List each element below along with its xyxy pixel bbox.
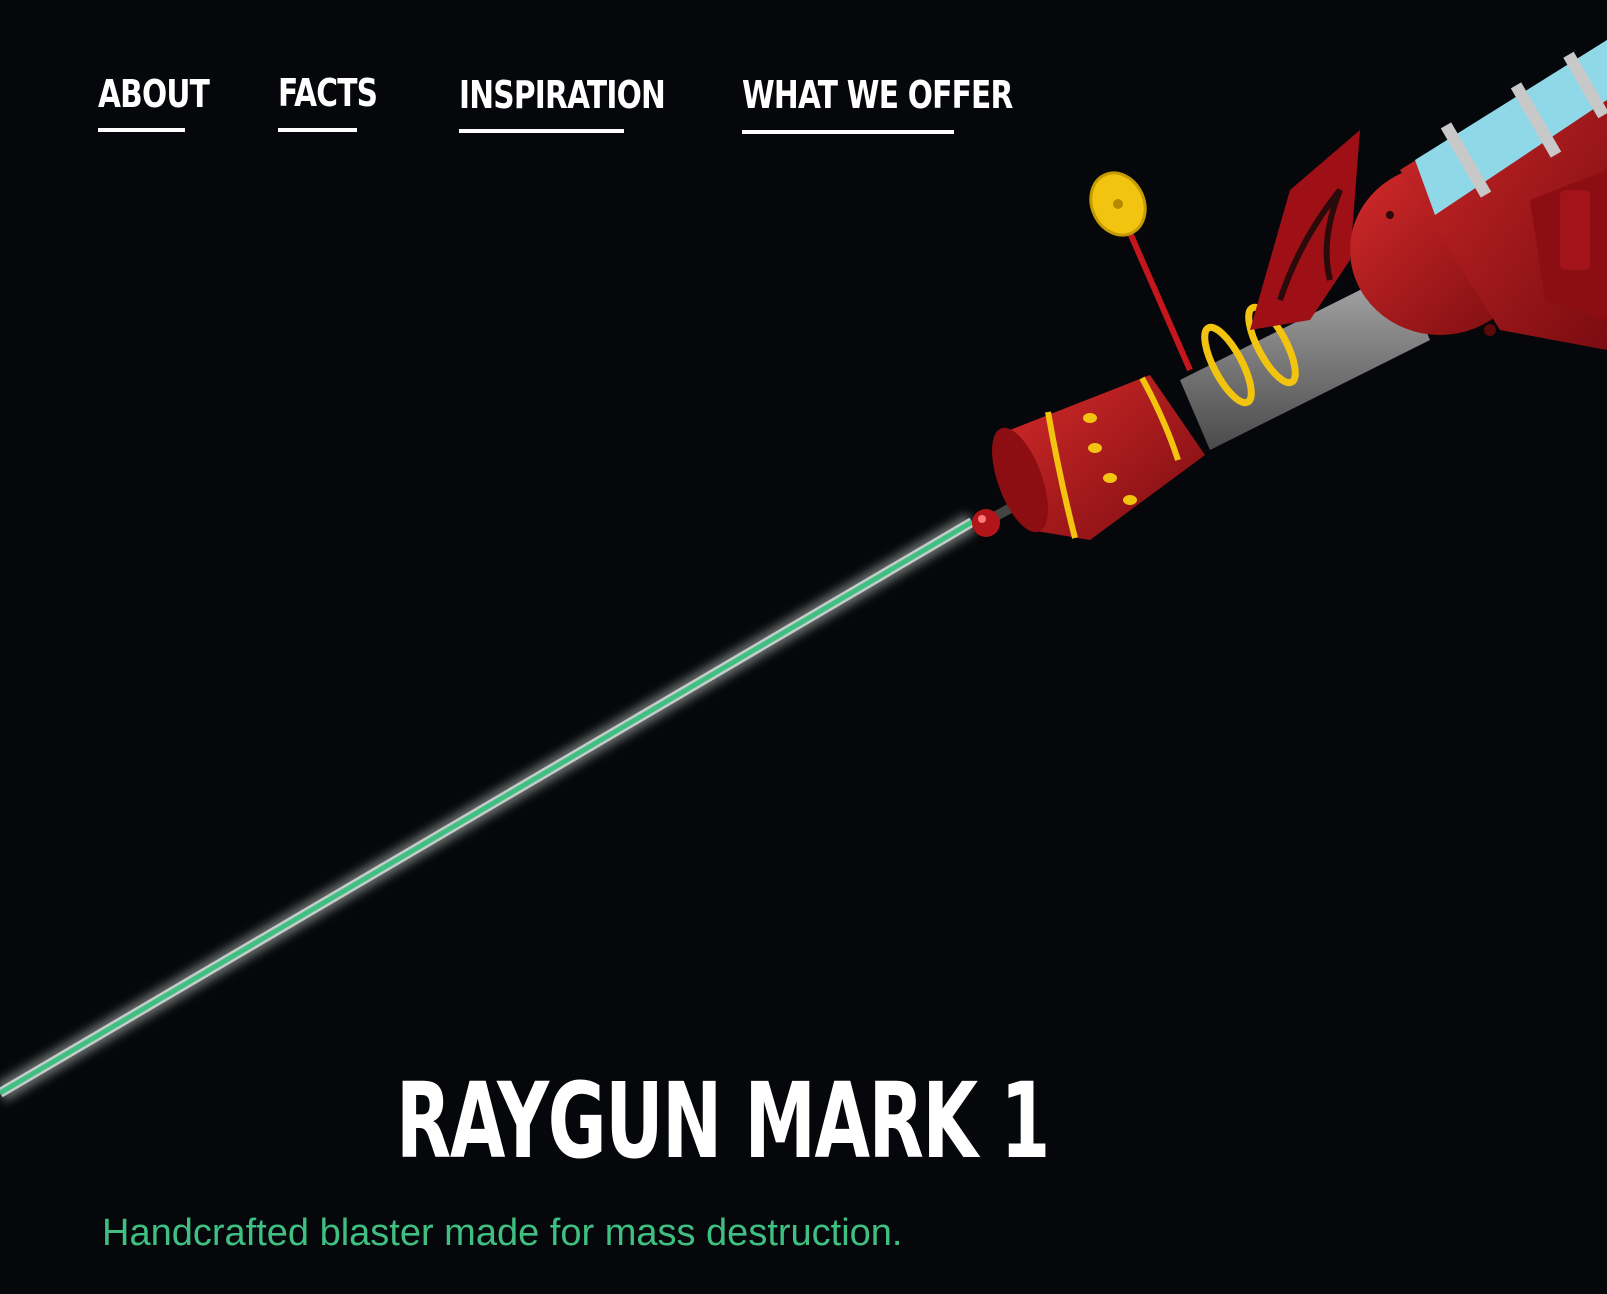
nav-link-inspiration[interactable]: INSPIRATION xyxy=(459,73,666,117)
nav-link-facts[interactable]: FACTS xyxy=(278,71,378,115)
nav-underline-facts xyxy=(278,128,357,132)
raygun-body xyxy=(972,40,1607,540)
hero-title: RAYGUN MARK 1 xyxy=(396,1060,1050,1182)
laser-beam xyxy=(0,513,978,1102)
main-navigation: ABOUT FACTS INSPIRATION WHAT WE OFFER xyxy=(0,0,1013,150)
nav-underline-about xyxy=(98,128,185,132)
nav-link-about[interactable]: ABOUT xyxy=(98,72,210,116)
landing-page: ABOUT FACTS INSPIRATION WHAT WE OFFER RA… xyxy=(0,0,1607,1294)
nav-underline-inspiration xyxy=(459,129,624,133)
hero-subtitle: Handcrafted blaster made for mass destru… xyxy=(102,1212,903,1254)
nav-link-what-we-offer[interactable]: WHAT WE OFFER xyxy=(742,73,1013,117)
nav-underline-what-we-offer xyxy=(742,130,954,134)
